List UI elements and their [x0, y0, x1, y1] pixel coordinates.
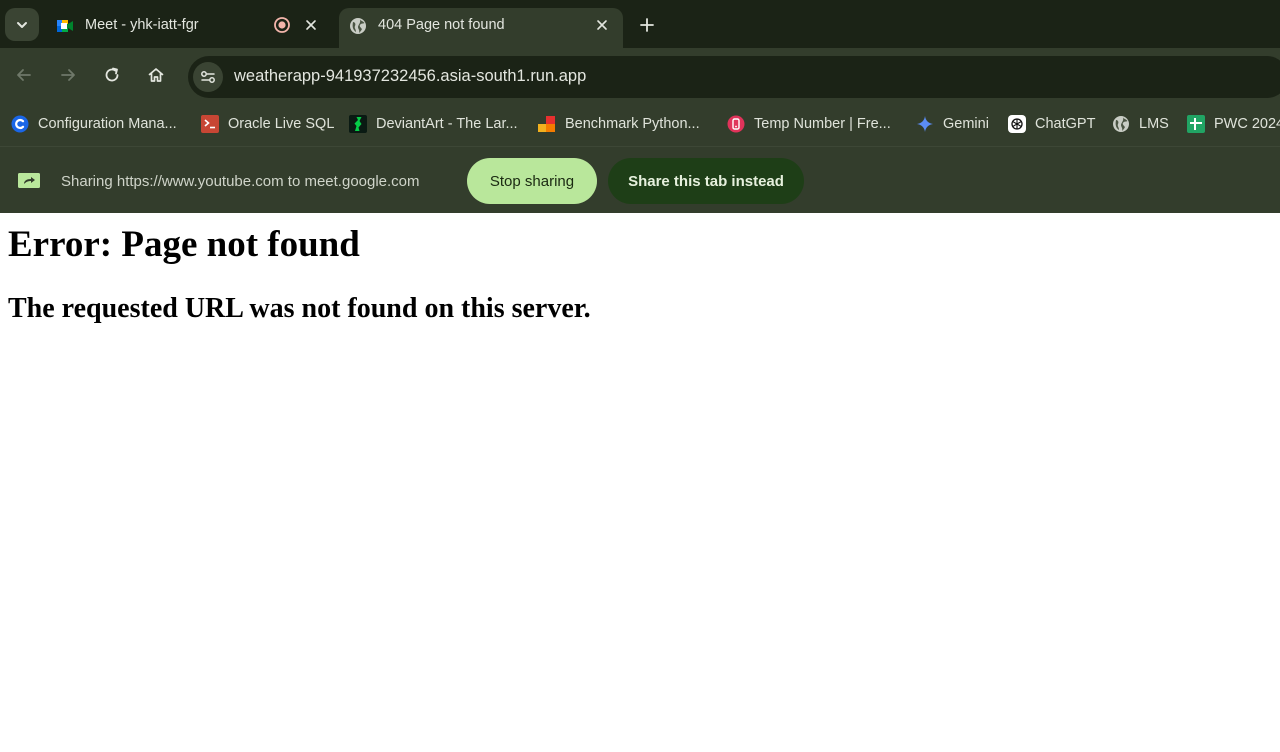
bookmark-oracle-live-sql[interactable]: Oracle Live SQL: [201, 114, 334, 134]
arrow-right-icon: [61, 69, 75, 81]
deviantart-icon: [349, 115, 367, 133]
toolbar: weatherapp-941937232456.asia-south1.run.…: [0, 48, 1280, 98]
close-icon: [306, 20, 316, 30]
chatgpt-icon: [1008, 115, 1026, 133]
bookmark-label: PWC 2024: [1214, 116, 1280, 132]
close-icon: [597, 20, 607, 30]
bookmark-label: Benchmark Python...: [565, 116, 700, 132]
browser-chrome: Meet - yhk-iatt-fgr 404 Page not found w…: [0, 0, 1280, 213]
bookmark-lms[interactable]: LMS: [1112, 114, 1169, 134]
screen-share-bar: Sharing https://www.youtube.com to meet.…: [0, 146, 1280, 213]
benchmark-icon: [538, 115, 556, 133]
bookmark-temp-number[interactable]: Temp Number | Fre...: [727, 114, 891, 134]
tab-404[interactable]: 404 Page not found: [339, 8, 623, 48]
oracle-terminal-icon: [201, 115, 219, 133]
bookmark-label: Gemini: [943, 116, 989, 132]
stop-sharing-button[interactable]: Stop sharing: [467, 158, 597, 204]
globe-icon: [1112, 115, 1130, 133]
screen-share-icon: [18, 173, 40, 188]
bookmark-label: Oracle Live SQL: [228, 116, 335, 132]
bookmark-label: ChatGPT: [1035, 116, 1096, 132]
google-meet-icon: [57, 20, 73, 32]
bookmark-pwc-2024[interactable]: PWC 2024: [1187, 114, 1280, 134]
address-bar[interactable]: weatherapp-941937232456.asia-south1.run.…: [188, 56, 1280, 98]
chevron-down-icon: [17, 21, 27, 28]
sharing-status-text: Sharing https://www.youtube.com to meet.…: [61, 173, 420, 190]
home-button[interactable]: [145, 64, 167, 86]
bookmark-label: LMS: [1139, 116, 1169, 132]
bookmark-deviantart[interactable]: DeviantArt - The Lar...: [349, 114, 518, 134]
forward-button[interactable]: [57, 64, 79, 86]
tab-meet[interactable]: Meet - yhk-iatt-fgr: [46, 8, 336, 48]
sheets-icon: [1187, 115, 1205, 133]
temp-number-icon: [727, 115, 745, 133]
bookmark-configuration-manager[interactable]: Configuration Mana...: [11, 114, 177, 134]
home-icon: [148, 68, 164, 82]
bookmarks-bar: Configuration Mana... Oracle Live SQL De…: [0, 100, 1280, 146]
page-content: Error: Page not found The requested URL …: [0, 213, 1280, 752]
new-tab-button[interactable]: [634, 12, 660, 38]
bookmark-chatgpt[interactable]: ChatGPT: [1008, 114, 1095, 134]
tune-icon: [201, 71, 215, 83]
error-message: The requested URL was not found on this …: [8, 293, 591, 324]
reload-button[interactable]: [101, 64, 123, 86]
page-title: Error: Page not found: [8, 224, 360, 265]
gemini-icon: [916, 115, 934, 133]
back-button[interactable]: [13, 64, 35, 86]
bookmark-label: DeviantArt - The Lar...: [376, 116, 518, 132]
tab-strip: Meet - yhk-iatt-fgr 404 Page not found: [0, 0, 1280, 48]
arrow-left-icon: [17, 69, 31, 81]
share-this-tab-button[interactable]: Share this tab instead: [608, 158, 804, 204]
close-tab-button[interactable]: [593, 16, 611, 34]
tab-title: 404 Page not found: [378, 17, 505, 33]
close-tab-button[interactable]: [302, 16, 320, 34]
config-manager-icon: [11, 115, 29, 133]
reload-icon: [105, 67, 119, 82]
url-text[interactable]: weatherapp-941937232456.asia-south1.run.…: [234, 67, 586, 86]
bookmark-benchmark-python[interactable]: Benchmark Python...: [538, 114, 700, 134]
recording-icon: [274, 17, 290, 33]
bookmark-label: Configuration Mana...: [38, 116, 177, 132]
site-info-button[interactable]: [193, 62, 223, 92]
tab-search-button[interactable]: [5, 8, 39, 41]
plus-icon: [640, 18, 654, 32]
tab-title: Meet - yhk-iatt-fgr: [85, 17, 199, 33]
bookmark-gemini[interactable]: Gemini: [916, 114, 989, 134]
bookmark-label: Temp Number | Fre...: [754, 116, 891, 132]
globe-icon: [350, 18, 366, 34]
